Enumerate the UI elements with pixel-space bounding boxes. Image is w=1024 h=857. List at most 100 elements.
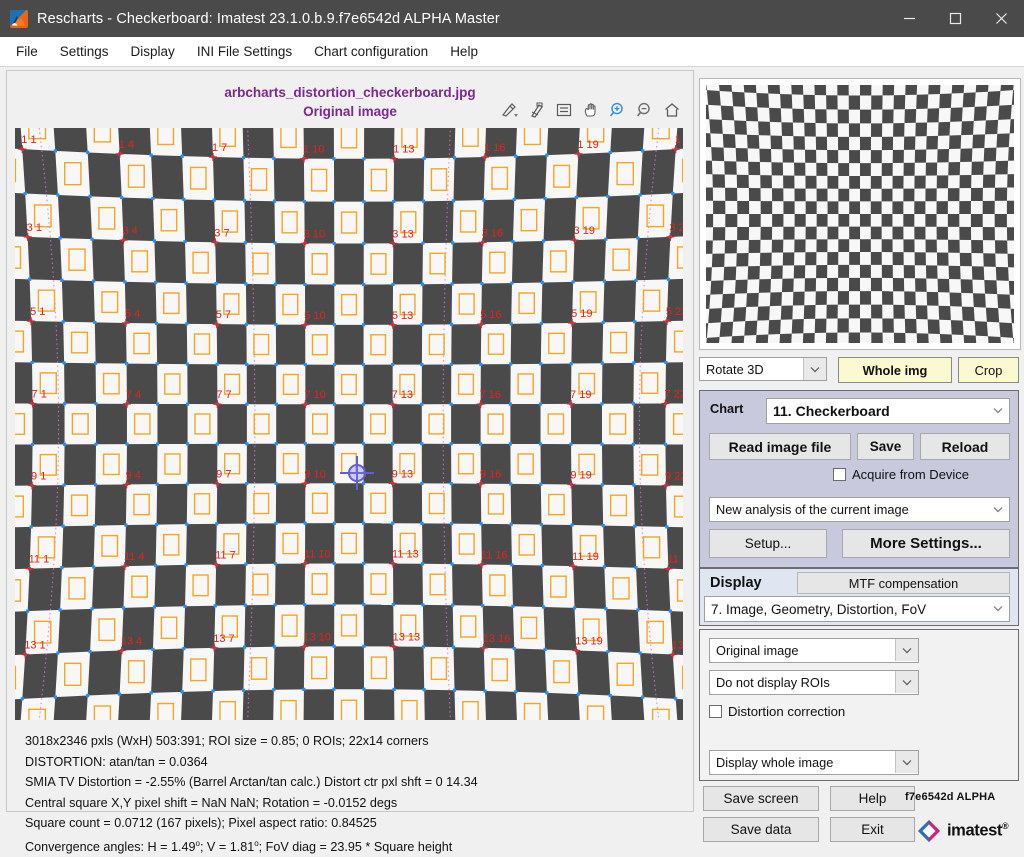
exit-button[interactable]: Exit	[830, 817, 915, 842]
svg-text:9 10: 9 10	[304, 468, 325, 480]
acquire-from-device-checkbox[interactable]	[833, 468, 846, 481]
chart-label: Chart	[710, 401, 743, 416]
menu-help[interactable]: Help	[440, 44, 488, 59]
menu-settings[interactable]: Settings	[50, 44, 119, 59]
svg-text:13 16: 13 16	[483, 633, 511, 645]
rotate-3d-value: Rotate 3D	[706, 362, 803, 377]
read-image-file-button[interactable]: Read image file	[709, 433, 851, 460]
menu-chart-configuration[interactable]: Chart configuration	[304, 44, 438, 59]
svg-text:1 4: 1 4	[119, 139, 134, 151]
chart-select[interactable]: 11. Checkerboard	[766, 398, 1010, 424]
svg-text:1 1: 1 1	[21, 134, 36, 146]
menu-ini-file-settings[interactable]: INI File Settings	[187, 44, 302, 59]
svg-text:1 7: 1 7	[212, 142, 227, 154]
svg-text:3 22: 3 22	[669, 222, 683, 234]
chevron-down-icon	[987, 399, 1009, 421]
info-line-6a: Convergence angles: H = 1.49	[25, 840, 195, 854]
svg-text:13 13: 13 13	[393, 631, 421, 643]
image-center-marker	[340, 456, 374, 490]
svg-text:11 19: 11 19	[572, 551, 599, 563]
thumbnail-preview[interactable]	[699, 78, 1021, 350]
whole-img-button[interactable]: Whole img	[838, 357, 952, 383]
svg-text:3 10: 3 10	[304, 228, 325, 240]
help-button[interactable]: Help	[830, 786, 915, 811]
pan-hand-icon[interactable]	[580, 99, 602, 121]
figure-toolbar	[499, 99, 683, 121]
svg-text:3 13: 3 13	[392, 228, 413, 240]
info-line-6b: ; V = 1.81	[200, 840, 254, 854]
reload-button[interactable]: Reload	[920, 433, 1010, 460]
image-source-select[interactable]: Original image	[709, 638, 919, 663]
svg-text:5 19: 5 19	[571, 308, 592, 320]
acquire-from-device-row[interactable]: Acquire from Device	[833, 467, 969, 482]
minimize-icon[interactable]	[886, 0, 932, 37]
save-screen-button[interactable]: Save screen	[703, 786, 819, 811]
svg-text:11 7: 11 7	[215, 549, 236, 561]
svg-text:9 19: 9 19	[570, 469, 591, 481]
svg-text:5 1: 5 1	[30, 306, 45, 318]
svg-text:1 19: 1 19	[577, 139, 598, 151]
svg-text:3 1: 3 1	[27, 222, 42, 234]
maximize-icon[interactable]	[932, 0, 978, 37]
svg-text:11 1: 11 1	[29, 554, 50, 566]
checkerboard-plot[interactable]: 1 11 41 71 101 131 161 191 223 13 43 73 …	[15, 128, 683, 720]
svg-text:5 16: 5 16	[480, 309, 501, 321]
data-cursor-icon[interactable]	[499, 99, 521, 121]
zoom-in-icon[interactable]	[607, 99, 629, 121]
legend-icon[interactable]	[553, 99, 575, 121]
info-line-6: Convergence angles: H = 1.49o; V = 1.81o…	[25, 834, 675, 857]
distortion-correction-row[interactable]: Distortion correction	[709, 704, 845, 719]
display-label: Display	[710, 575, 762, 591]
analysis-select-value: New analysis of the current image	[716, 502, 987, 517]
data-brush-icon[interactable]	[526, 99, 548, 121]
chevron-down-icon	[895, 751, 918, 773]
imatest-logo-icon	[913, 815, 944, 846]
home-icon[interactable]	[661, 99, 683, 121]
svg-text:7 7: 7 7	[216, 389, 231, 401]
rotate-3d-select[interactable]: Rotate 3D	[699, 357, 827, 381]
setup-button[interactable]: Setup...	[709, 529, 827, 558]
analysis-info-text: 3018x2346 pxls (WxH) 503:391; ROI size =…	[25, 731, 675, 857]
svg-text:13 19: 13 19	[575, 635, 603, 647]
svg-text:1 13: 1 13	[393, 144, 414, 156]
svg-text:5 10: 5 10	[304, 310, 325, 322]
svg-text:3 4: 3 4	[122, 225, 137, 237]
distortion-correction-label: Distortion correction	[728, 704, 845, 719]
svg-text:11 4: 11 4	[124, 551, 145, 563]
svg-text:13 7: 13 7	[213, 633, 234, 645]
checkerboard-canvas: 1 11 41 71 101 131 161 191 223 13 43 73 …	[15, 128, 683, 720]
close-icon[interactable]	[978, 0, 1024, 37]
imatest-wordmark: imatest®	[947, 821, 1008, 841]
display-options-panel: Original image Do not display ROIs Disto…	[699, 629, 1019, 781]
mtf-compensation-button[interactable]: MTF compensation	[797, 572, 1010, 594]
analysis-select[interactable]: New analysis of the current image	[709, 497, 1010, 522]
chevron-down-icon	[987, 597, 1009, 619]
more-settings-button[interactable]: More Settings...	[842, 529, 1010, 558]
svg-text:11 16: 11 16	[481, 549, 508, 561]
rescharts-window: Rescharts - Checkerboard: Imatest 23.1.0…	[0, 0, 1024, 849]
svg-text:7 4: 7 4	[126, 389, 141, 401]
svg-text:7 16: 7 16	[480, 389, 501, 401]
svg-text:5 7: 5 7	[216, 309, 231, 321]
chevron-down-icon	[803, 358, 826, 380]
menu-file[interactable]: File	[6, 44, 48, 59]
window-controls	[886, 0, 1024, 37]
view-controls-row: Rotate 3D Whole img Crop	[699, 357, 1019, 383]
menu-display[interactable]: Display	[121, 44, 185, 59]
display-mode-select[interactable]: 7. Image, Geometry, Distortion, FoV	[704, 596, 1010, 622]
info-line-1: 3018x2346 pxls (WxH) 503:391; ROI size =…	[25, 731, 675, 752]
imatest-logo: imatest®	[918, 818, 1022, 844]
display-panel: Display MTF compensation 7. Image, Geome…	[699, 568, 1019, 626]
whole-image-select[interactable]: Display whole image	[709, 750, 919, 775]
menu-bar: File Settings Display INI File Settings …	[0, 37, 1024, 67]
svg-text:7 22: 7 22	[664, 389, 683, 401]
svg-text:5 13: 5 13	[392, 310, 413, 322]
roi-display-select[interactable]: Do not display ROIs	[709, 670, 919, 695]
whole-image-value: Display whole image	[716, 755, 895, 770]
save-data-button[interactable]: Save data	[703, 817, 819, 842]
save-button[interactable]: Save	[857, 433, 914, 460]
distortion-correction-checkbox[interactable]	[709, 705, 722, 718]
zoom-out-icon[interactable]	[634, 99, 656, 121]
svg-text:1 10: 1 10	[303, 144, 324, 156]
crop-button[interactable]: Crop	[958, 357, 1019, 383]
